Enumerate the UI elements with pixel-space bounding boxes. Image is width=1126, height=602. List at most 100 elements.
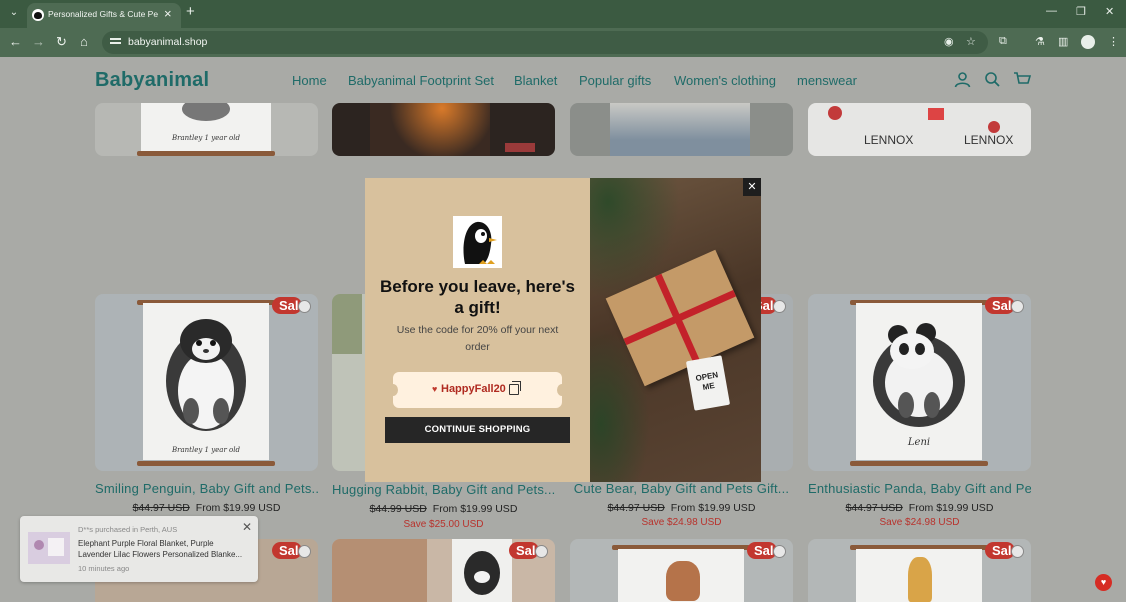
product-title-panda[interactable]: Enthusiastic Panda, Baby Gift and Pe...	[808, 481, 1031, 496]
notification-time: 10 minutes ago	[78, 564, 130, 573]
lab-flask-icon[interactable]: ⚗	[1035, 35, 1045, 48]
quick-view-icon[interactable]	[1011, 300, 1024, 313]
close-icon[interactable]: ✕	[1105, 5, 1114, 18]
site-logo[interactable]: Babyanimal	[95, 69, 209, 92]
cart-icon[interactable]	[1013, 71, 1032, 92]
side-panel-icon[interactable]: ▥	[1058, 35, 1068, 48]
top-product-image-1[interactable]: Brantley 1 year old	[95, 103, 318, 156]
jersey-artwork	[370, 103, 490, 156]
quick-view-icon[interactable]	[298, 300, 311, 313]
popup-title: Before you leave, here's a gift!	[380, 277, 575, 317]
gift-photo: OPEN ME	[590, 178, 761, 482]
pattern-dot	[928, 108, 944, 120]
gift-widget-icon[interactable]: ♥	[1095, 574, 1112, 591]
address-bar[interactable]: babyanimal.shop ◉ ☆	[102, 31, 988, 54]
minimize-icon[interactable]: —	[1046, 5, 1057, 17]
nav-home[interactable]: Home	[292, 73, 327, 88]
tshirt-jeans-photo	[610, 103, 750, 156]
quick-view-icon[interactable]	[1011, 545, 1024, 558]
savings-text: Save $24.98 USD	[879, 517, 960, 528]
giraffe-poster	[856, 549, 982, 602]
top-product-image-2[interactable]	[332, 103, 555, 156]
coupon-notch	[388, 384, 398, 396]
product-image-next-2[interactable]: Sale	[332, 539, 555, 602]
nav-footprint-set[interactable]: Babyanimal Footprint Set	[348, 73, 494, 88]
top-product-image-3[interactable]	[570, 103, 793, 156]
price-row-penguin: $44.97 USD From $19.99 USD	[95, 502, 318, 514]
product-image-panda[interactable]: Leni Sale	[808, 294, 1031, 471]
original-price: $44.99 USD	[369, 503, 427, 515]
url-text[interactable]: babyanimal.shop	[128, 36, 207, 48]
original-price: $44.97 USD	[132, 502, 190, 514]
pattern-dot	[828, 106, 842, 120]
browser-tab[interactable]: Personalized Gifts & Cute Persona ×	[27, 3, 181, 28]
site-info-icon[interactable]	[110, 37, 121, 48]
continue-shopping-button[interactable]: CONTINUE SHOPPING	[385, 417, 570, 443]
hanger-rod-bottom	[850, 461, 988, 466]
quick-view-icon[interactable]	[773, 545, 786, 558]
nav-menswear[interactable]: menswear	[797, 73, 857, 88]
product-image-next-4[interactable]: Sale	[808, 539, 1031, 602]
coupon-code-box[interactable]: ♥ HappyFall20	[388, 372, 567, 408]
eye-slash-icon[interactable]: ◉	[944, 35, 954, 48]
notification-close-icon[interactable]: ✕	[242, 520, 252, 534]
bookmark-star-icon[interactable]: ☆	[966, 35, 976, 48]
gift-tag-text: OPEN ME	[694, 370, 719, 392]
fox-illustration	[666, 561, 700, 601]
profile-avatar-icon[interactable]	[1081, 35, 1095, 49]
penguin-poster: Brantley 1 year old	[143, 303, 269, 460]
nav-popular-gifts[interactable]: Popular gifts	[579, 73, 651, 88]
tab-search-chevron-icon[interactable]: ⌄	[6, 5, 22, 21]
copy-icon[interactable]	[509, 381, 521, 395]
product-title-bear[interactable]: Cute Bear, Baby Gift and Pets Gift...	[570, 481, 793, 496]
extensions-puzzle-icon[interactable]: ⧉	[999, 35, 1007, 48]
kebab-menu-icon[interactable]: ⋮	[1108, 35, 1119, 48]
search-icon[interactable]	[984, 71, 1001, 92]
coupon-notch	[557, 384, 567, 396]
quick-view-icon[interactable]	[773, 300, 786, 313]
product-title-rabbit[interactable]: Hugging Rabbit, Baby Gift and Pets...	[332, 482, 555, 497]
original-price: $44.97 USD	[607, 502, 665, 514]
popup-close-icon[interactable]: ✕	[743, 178, 761, 196]
sale-price: From $19.99 USD	[195, 502, 281, 514]
penguin-poster-thumb	[452, 539, 512, 602]
forward-arrow-icon[interactable]: →	[32, 34, 45, 50]
price-row-rabbit: $44.99 USD From $19.99 USD	[332, 503, 555, 515]
fox-poster	[618, 549, 744, 602]
quick-view-icon[interactable]	[298, 545, 311, 558]
reload-icon[interactable]: ↻	[56, 34, 67, 50]
top-product-image-4[interactable]: LENNOX LENNOX	[808, 103, 1031, 156]
product-image-next-3[interactable]: Sale	[570, 539, 793, 602]
restore-icon[interactable]: ❐	[1076, 5, 1086, 18]
notification-meta: D**s purchased in Perth, AUS	[78, 525, 178, 534]
poster-caption: Brantley 1 year old	[171, 446, 240, 454]
book-decoration	[505, 143, 535, 152]
home-icon[interactable]: ⌂	[80, 34, 88, 50]
product-image-penguin[interactable]: Brantley 1 year old Sale	[95, 294, 318, 471]
poster: Brantley 1 year old	[141, 103, 271, 153]
exit-popup: Before you leave, here's a gift! Use the…	[365, 178, 590, 482]
browser-toolbar: ← → ↻ ⌂ babyanimal.shop ◉ ☆ ⧉ ⚗ ▥ ⋮	[0, 28, 1126, 57]
nav-womens-clothing[interactable]: Women's clothing	[674, 73, 776, 88]
product-title-penguin[interactable]: Smiling Penguin, Baby Gift and Pets...	[95, 481, 318, 496]
foliage-decoration	[332, 294, 362, 354]
ribbon-horizontal	[623, 289, 737, 346]
notification-product[interactable]: Elephant Purple Floral Blanket, Purple L…	[78, 539, 248, 560]
blanket-name-1: LENNOX	[864, 133, 914, 147]
nav-blanket[interactable]: Blanket	[514, 73, 557, 88]
popup-subtitle: Use the code for 20% off your next order	[396, 324, 559, 353]
purchase-notification[interactable]: D**s purchased in Perth, AUS Elephant Pu…	[20, 516, 258, 582]
price-row-panda: $44.97 USD From $19.99 USD	[808, 502, 1031, 514]
quick-view-icon[interactable]	[535, 545, 548, 558]
sale-price: From $19.99 USD	[432, 503, 518, 515]
account-icon[interactable]	[954, 71, 971, 92]
new-tab-plus-icon[interactable]: +	[186, 4, 195, 20]
back-arrow-icon[interactable]: ←	[9, 34, 22, 50]
coupon-code[interactable]: HappyFall20	[441, 383, 506, 395]
photo-person	[332, 539, 427, 602]
tab-close-icon[interactable]: ×	[164, 7, 172, 21]
thumb-blanket	[48, 538, 64, 556]
browser-tab-bar: ⌄ Personalized Gifts & Cute Persona × + …	[0, 0, 1126, 28]
blanket-name-2: LENNOX	[964, 133, 1014, 147]
panda-illustration	[873, 323, 965, 427]
